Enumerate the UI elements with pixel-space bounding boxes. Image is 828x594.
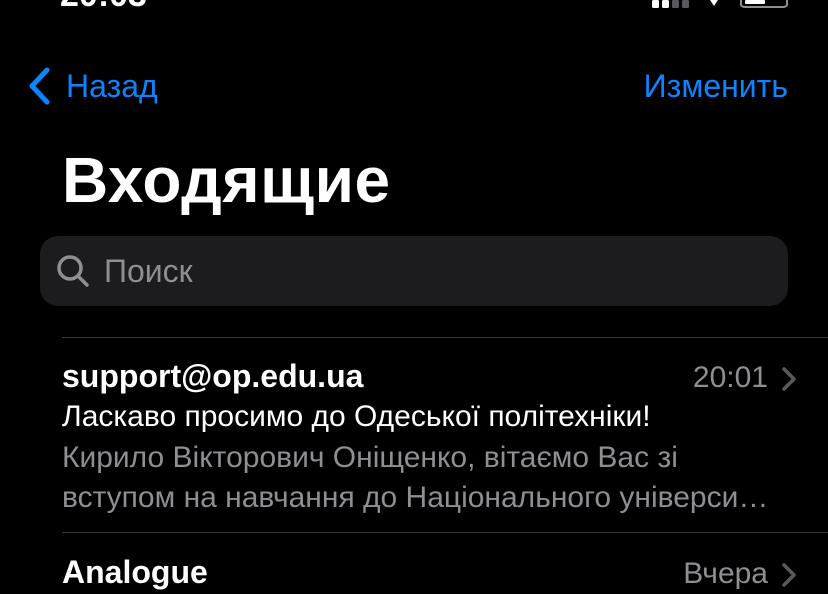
search-input[interactable] (104, 252, 744, 290)
search-field[interactable] (40, 236, 788, 306)
page-title: Входящие (62, 144, 391, 216)
chevron-right-icon (782, 563, 796, 587)
chevron-left-icon (29, 67, 50, 105)
status-bar: 20:03 (0, 0, 828, 14)
mail-preview-line: Кирило Вікторович Оніщенко, вітаємо Вас … (62, 441, 678, 474)
mail-preview: Кирило Вікторович Оніщенко, вітаємо Вас … (62, 438, 792, 518)
search-icon (57, 255, 89, 287)
back-button[interactable]: Назад (26, 64, 158, 108)
mail-list-item[interactable]: support@op.edu.ua 20:01 Ласкаво просимо … (0, 356, 828, 532)
chevron-right-icon (782, 367, 796, 391)
cellular-signal-icon (652, 0, 689, 8)
mail-date: 20:01 (692, 361, 768, 394)
mail-preview-line: вступом на навчання до Національного уні… (62, 481, 769, 514)
back-button-label: Назад (66, 68, 158, 104)
mail-date: Вчера (683, 557, 768, 590)
battery-icon (740, 0, 788, 8)
mail-list-item[interactable]: Analogue Вчера (0, 552, 828, 590)
wifi-icon (710, 0, 718, 6)
list-separator (62, 337, 828, 338)
status-time: 20:03 (60, 0, 147, 12)
mail-sender: Analogue (62, 554, 208, 590)
list-separator (62, 532, 828, 533)
edit-button[interactable]: Изменить (644, 64, 788, 108)
mail-subject: Ласкаво просимо до Одеської політехніки! (62, 400, 651, 433)
navigation-bar: Назад Изменить (0, 60, 828, 112)
mail-sender: support@op.edu.ua (62, 358, 364, 394)
